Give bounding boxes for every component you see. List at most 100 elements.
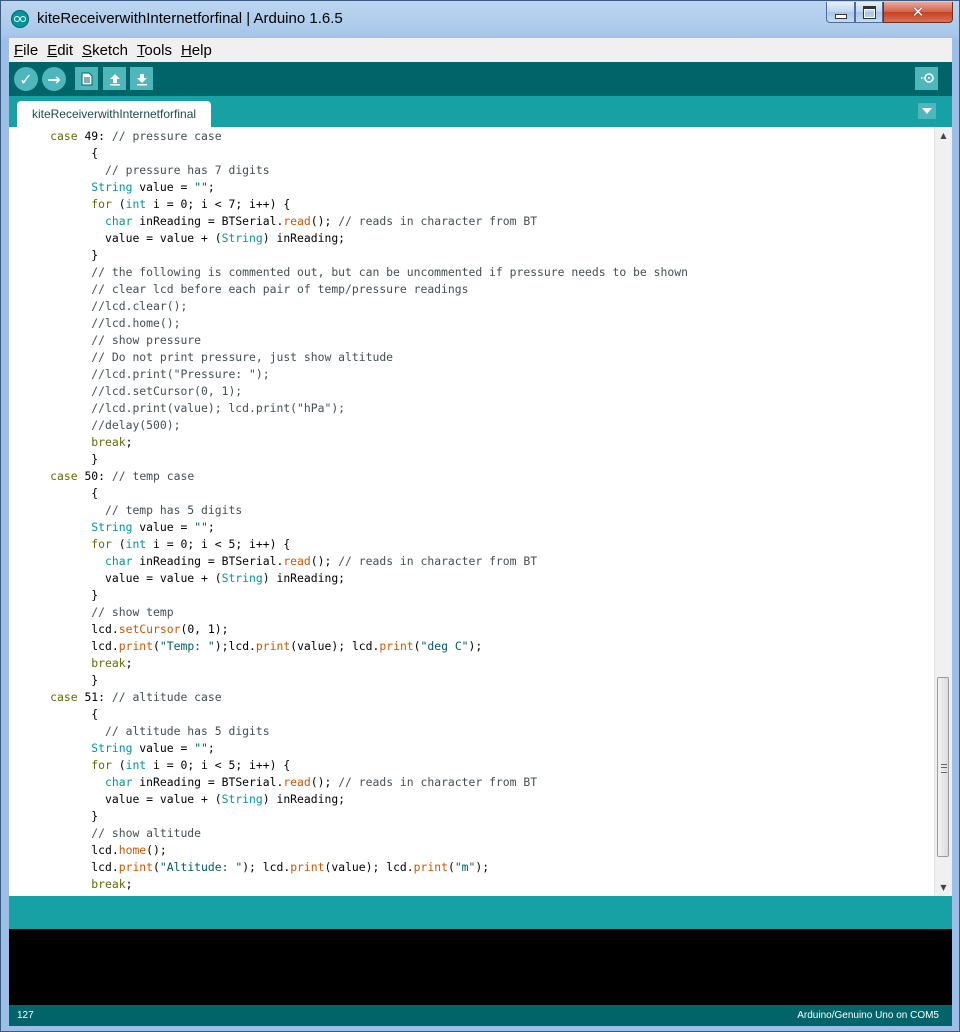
upload-button[interactable]: → bbox=[42, 67, 66, 91]
code-line[interactable]: // show pressure bbox=[9, 332, 688, 349]
code-line[interactable]: for (int i = 0; i < 5; i++) { bbox=[9, 757, 688, 774]
code-token: read bbox=[283, 554, 311, 568]
code-token: value = value + ( bbox=[9, 792, 222, 806]
console-output[interactable] bbox=[9, 929, 952, 1005]
menu-tools[interactable]: Tools bbox=[133, 42, 176, 59]
code-line[interactable]: break; bbox=[9, 876, 688, 893]
menu-help[interactable]: Help bbox=[177, 42, 216, 59]
title-bar[interactable]: kiteReceiverwithInternetforfinal | Ardui… bbox=[1, 1, 959, 35]
code-line[interactable]: // Do not print pressure, just show alti… bbox=[9, 349, 688, 366]
scroll-down-button[interactable]: ▼ bbox=[935, 879, 952, 896]
code-token: print bbox=[255, 639, 291, 653]
code-token: case bbox=[50, 690, 78, 704]
tab-menu-button[interactable] bbox=[918, 103, 936, 119]
menu-tools-label: ools bbox=[144, 41, 172, 59]
code-line[interactable]: { bbox=[9, 145, 688, 162]
code-line[interactable]: value = value + (String) inReading; bbox=[9, 570, 688, 587]
close-icon: ✕ bbox=[911, 3, 925, 21]
code-token: inReading = BTSerial. bbox=[132, 775, 284, 789]
minimize-button[interactable] bbox=[826, 2, 855, 23]
code-line[interactable]: } bbox=[9, 247, 688, 264]
code-line[interactable]: value = value + (String) inReading; bbox=[9, 791, 688, 808]
code-line[interactable]: { bbox=[9, 485, 688, 502]
code-line[interactable]: break; bbox=[9, 434, 688, 451]
menu-help-label: elp bbox=[191, 41, 212, 59]
maximize-button[interactable] bbox=[855, 2, 883, 23]
serial-monitor-icon bbox=[920, 72, 934, 83]
new-button[interactable] bbox=[75, 67, 98, 90]
code-line[interactable]: String value = ""; bbox=[9, 179, 688, 196]
code-line[interactable]: // show altitude bbox=[9, 825, 688, 842]
menu-bar: File Edit Sketch Tools Help bbox=[9, 38, 952, 62]
line-number: 127 bbox=[17, 1010, 34, 1021]
code-line[interactable]: lcd.home(); bbox=[9, 842, 688, 859]
code-line[interactable]: case 50: // temp case bbox=[9, 468, 688, 485]
code-token: int bbox=[125, 537, 147, 551]
code-text[interactable]: case 49: // pressure case { // pressure … bbox=[9, 128, 688, 893]
code-line[interactable]: lcd.print("Altitude: "); lcd.print(value… bbox=[9, 859, 688, 876]
code-line[interactable]: //lcd.print(value); lcd.print("hPa"); bbox=[9, 400, 688, 417]
vertical-scrollbar[interactable]: ▲ ▼ bbox=[934, 127, 952, 896]
code-line[interactable]: String value = ""; bbox=[9, 740, 688, 757]
code-line[interactable]: char inReading = BTSerial.read(); // rea… bbox=[9, 774, 688, 791]
code-line[interactable]: for (int i = 0; i < 7; i++) { bbox=[9, 196, 688, 213]
menu-file[interactable]: File bbox=[10, 42, 42, 59]
code-token: "Altitude: " bbox=[159, 860, 243, 874]
code-line[interactable]: } bbox=[9, 587, 688, 604]
code-token: value = bbox=[132, 741, 195, 755]
code-token: ) inReading; bbox=[262, 792, 346, 806]
code-editor[interactable]: case 49: // pressure case { // pressure … bbox=[9, 127, 952, 896]
window-title: kiteReceiverwithInternetforfinal | Ardui… bbox=[37, 10, 343, 27]
code-token: String bbox=[221, 231, 263, 245]
open-button[interactable] bbox=[103, 67, 126, 90]
message-area bbox=[9, 896, 952, 929]
code-line[interactable]: char inReading = BTSerial.read(); // rea… bbox=[9, 213, 688, 230]
code-line[interactable]: //lcd.print("Pressure: "); bbox=[9, 366, 688, 383]
verify-button[interactable]: ✓ bbox=[14, 67, 38, 91]
scroll-thumb[interactable] bbox=[937, 677, 949, 857]
code-line[interactable]: for (int i = 0; i < 5; i++) { bbox=[9, 536, 688, 553]
code-line[interactable]: // the following is commented out, but c… bbox=[9, 264, 688, 281]
code-token: { bbox=[9, 707, 99, 721]
scroll-up-button[interactable]: ▲ bbox=[935, 127, 952, 144]
code-line[interactable]: //lcd.home(); bbox=[9, 315, 688, 332]
menu-edit-accel: E bbox=[47, 41, 58, 59]
code-line[interactable]: case 51: // altitude case bbox=[9, 689, 688, 706]
code-line[interactable]: } bbox=[9, 672, 688, 689]
code-line[interactable]: lcd.setCursor(0, 1); bbox=[9, 621, 688, 638]
code-line[interactable]: //lcd.setCursor(0, 1); bbox=[9, 383, 688, 400]
code-line[interactable]: break; bbox=[9, 655, 688, 672]
code-line[interactable]: { bbox=[9, 706, 688, 723]
code-line[interactable]: value = value + (String) inReading; bbox=[9, 230, 688, 247]
menu-sketch[interactable]: Sketch bbox=[78, 42, 132, 59]
code-line[interactable]: String value = ""; bbox=[9, 519, 688, 536]
code-line[interactable]: // temp has 5 digits bbox=[9, 502, 688, 519]
code-line[interactable]: case 49: // pressure case bbox=[9, 128, 688, 145]
menu-edit[interactable]: Edit bbox=[43, 42, 77, 59]
code-token: 49: bbox=[77, 129, 112, 143]
code-token: // show pressure bbox=[91, 333, 202, 347]
code-line[interactable]: // pressure has 7 digits bbox=[9, 162, 688, 179]
code-line[interactable]: // clear lcd before each pair of temp/pr… bbox=[9, 281, 688, 298]
upload-icon: → bbox=[47, 69, 61, 89]
code-line[interactable]: } bbox=[9, 808, 688, 825]
code-line[interactable]: } bbox=[9, 451, 688, 468]
save-button[interactable] bbox=[130, 67, 153, 90]
tab-sketch[interactable]: kiteReceiverwithInternetforfinal bbox=[17, 101, 211, 127]
serial-monitor-button[interactable] bbox=[915, 67, 938, 90]
close-button[interactable]: ✕ bbox=[883, 2, 953, 23]
code-line[interactable]: //delay(500); bbox=[9, 417, 688, 434]
code-line[interactable]: //lcd.clear(); bbox=[9, 298, 688, 315]
code-token: case bbox=[50, 129, 78, 143]
new-icon bbox=[81, 72, 92, 85]
code-line[interactable]: // altitude has 5 digits bbox=[9, 723, 688, 740]
code-line[interactable]: lcd.print("Temp: ");lcd.print(value); lc… bbox=[9, 638, 688, 655]
code-line[interactable]: // show temp bbox=[9, 604, 688, 621]
code-line[interactable]: char inReading = BTSerial.read(); // rea… bbox=[9, 553, 688, 570]
